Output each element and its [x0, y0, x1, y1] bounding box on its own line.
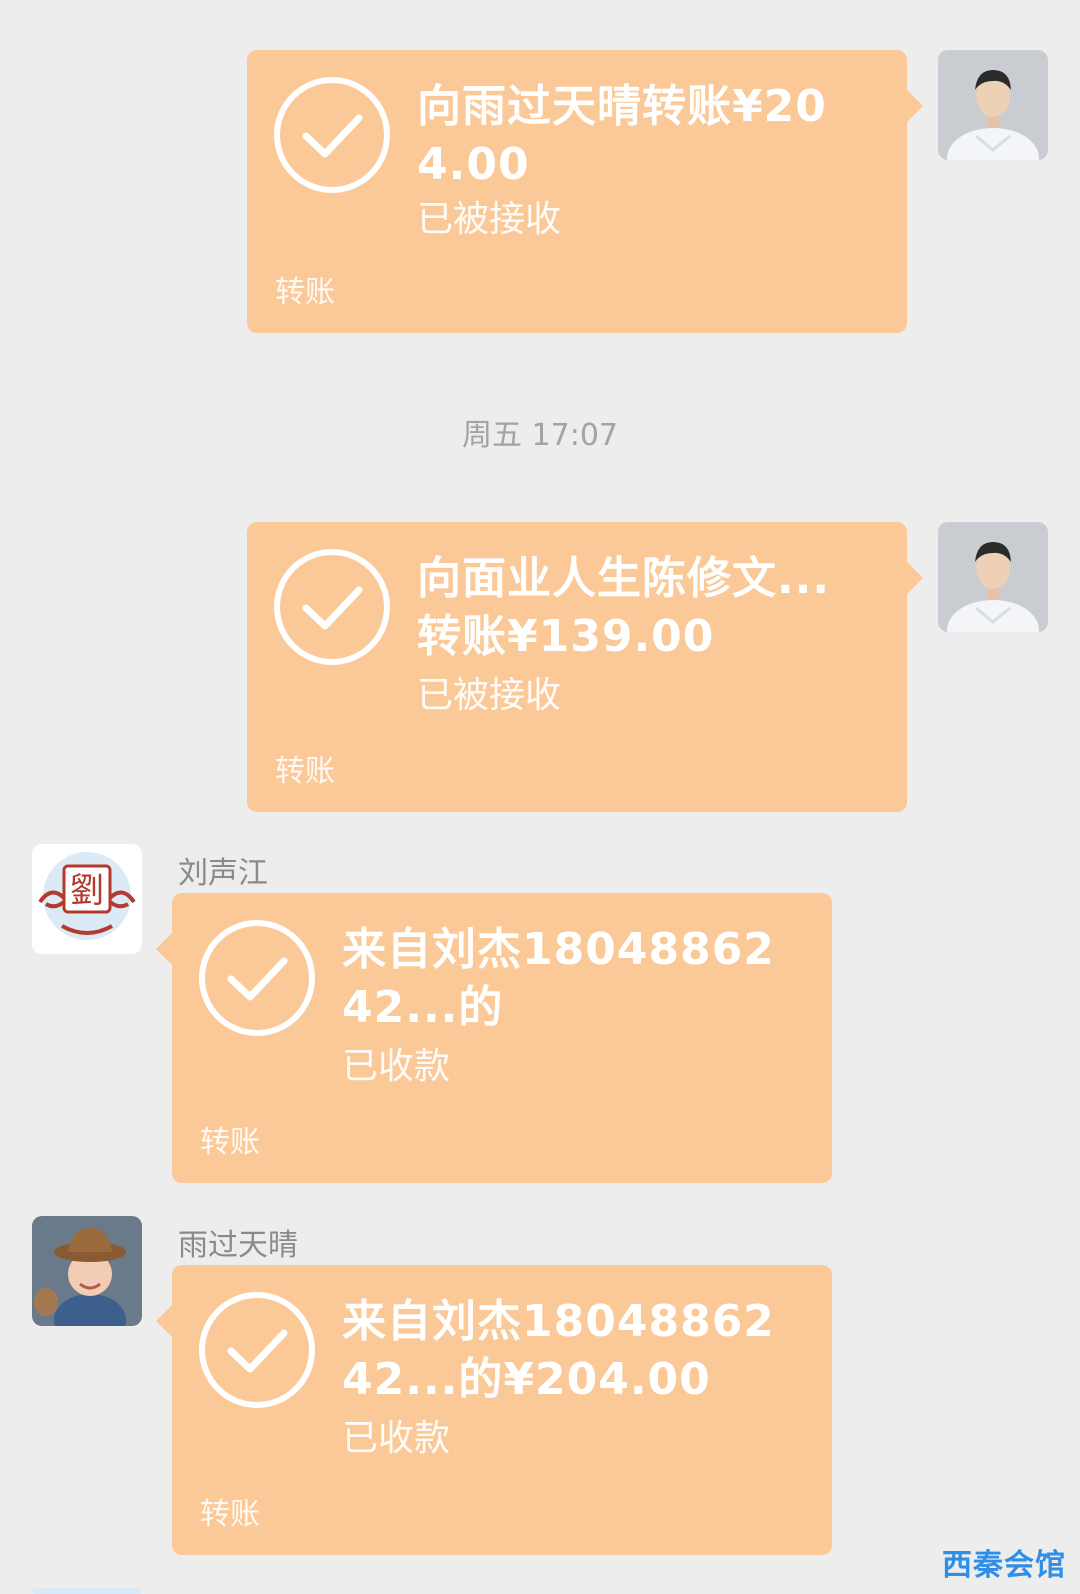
transfer-status: 已收款: [342, 1418, 451, 1459]
transfer-label: 转账: [200, 1125, 260, 1160]
check-circle-icon: [199, 920, 315, 1036]
sender-avatar-child[interactable]: [32, 1216, 142, 1326]
transfer-bubble-outgoing-1[interactable]: 向雨过天晴转账¥204.00 已被接收 转账: [247, 50, 923, 333]
transfer-description: 来自刘杰1804886242...的¥204.00: [342, 1296, 775, 1405]
transfer-label: 转账: [275, 275, 335, 310]
child-photo-icon: [32, 1216, 142, 1326]
transfer-bubble-incoming-2[interactable]: 来自刘杰1804886242...的¥204.00 已收款 转账: [156, 1265, 832, 1555]
check-circle-icon: [199, 1292, 315, 1408]
transfer-description: 向面业人生陈修文...转账¥139.00: [417, 553, 831, 662]
svg-text:劉: 劉: [70, 871, 104, 911]
transfer-bubble-incoming-1[interactable]: 来自刘杰1804886242...的 已收款 转账: [156, 893, 832, 1183]
watermark-logo: 西秦会馆: [942, 1548, 1066, 1583]
chat-view: 向雨过天晴转账¥204.00 已被接收 转账 周五 17:07 向面业人生陈修文…: [0, 0, 1080, 1594]
sender-name: 刘声江: [178, 856, 268, 891]
sender-avatar-partial[interactable]: [32, 1588, 142, 1594]
sender-avatar-seal[interactable]: 劉: [32, 844, 142, 954]
check-circle-icon: [274, 549, 390, 665]
transfer-label: 转账: [200, 1497, 260, 1532]
transfer-description: 来自刘杰1804886242...的: [342, 924, 775, 1033]
person-photo-icon: [938, 522, 1048, 632]
my-avatar[interactable]: [938, 522, 1048, 632]
transfer-status: 已收款: [342, 1046, 451, 1087]
transfer-status: 已被接收: [417, 675, 562, 716]
message-timestamp: 周五 17:07: [462, 418, 618, 453]
transfer-label: 转账: [275, 754, 335, 789]
sender-name: 雨过天晴: [178, 1228, 298, 1263]
person-photo-icon: [938, 50, 1048, 160]
transfer-description: 向雨过天晴转账¥204.00: [417, 81, 827, 190]
check-circle-icon: [274, 77, 390, 193]
seal-logo-icon: 劉: [32, 844, 142, 954]
transfer-bubble-outgoing-2[interactable]: 向面业人生陈修文...转账¥139.00 已被接收 转账: [247, 522, 923, 812]
my-avatar[interactable]: [938, 50, 1048, 160]
transfer-status: 已被接收: [417, 199, 562, 240]
